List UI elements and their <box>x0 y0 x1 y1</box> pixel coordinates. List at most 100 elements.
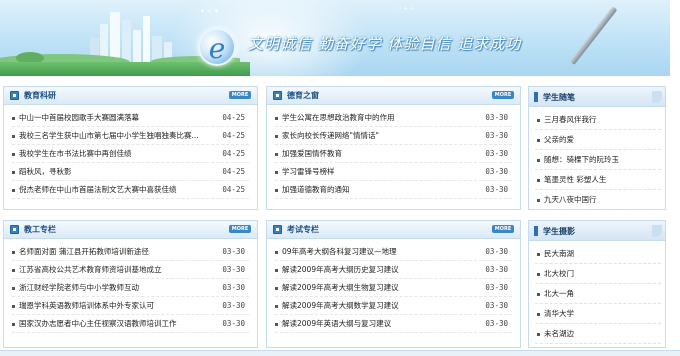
dot-bullet-icon <box>537 199 540 202</box>
item-title-link[interactable]: 09年高考大纲各科复习建议—地理 <box>282 243 397 260</box>
item-title-link[interactable]: 我校学生在市书法比赛中再创佳绩 <box>19 145 132 162</box>
list-item[interactable]: 倪杰老师在中山市首届法制文艺大赛中喜获佳绩 04-25 <box>12 181 249 199</box>
list-item[interactable]: 北大校门 <box>535 264 661 284</box>
square-bullet-icon <box>273 225 282 234</box>
list-item[interactable]: 解读2009年高考大纲历史复习建议 03-30 <box>275 261 512 279</box>
dot-bullet-icon <box>537 119 540 122</box>
list-item[interactable]: 家长向校长传递网络"情情话" 03-30 <box>275 127 512 145</box>
list-item[interactable]: 加强道德教育的通知 03-30 <box>275 181 512 199</box>
list-item[interactable]: 九天八夜中国行 <box>535 190 661 210</box>
item-title-link[interactable]: 学习雷锋号榜样 <box>282 163 335 180</box>
item-title-link[interactable]: 我校三名学生获中山市第七届中小学生独唱独奏比赛... <box>19 127 199 144</box>
panel-title: 教工专栏 <box>24 225 56 234</box>
item-title-link[interactable]: 加强道德教育的通知 <box>282 181 350 198</box>
item-title-link[interactable]: 加强爱国情怀教育 <box>282 145 342 162</box>
list-item[interactable]: 未名湖边 <box>535 324 661 344</box>
dot-bullet-icon <box>12 305 15 308</box>
item-title-link[interactable]: 学生公寓在思想政治教育中的作用 <box>282 109 395 126</box>
item-title-link[interactable]: 北大校门 <box>544 264 574 283</box>
list-item[interactable]: 清华大学 <box>535 304 661 324</box>
dot-bullet-icon <box>275 323 278 326</box>
item-title-link[interactable]: 浙江财经学院老师与中小学教师互动 <box>19 279 139 296</box>
item-title-link[interactable]: 未名湖边 <box>544 324 574 343</box>
item-title-link[interactable]: 三月春风伴我行 <box>544 110 597 129</box>
item-date: 03-30 <box>222 247 245 256</box>
item-title-link[interactable]: 解读2009年高考大纲历史复习建议 <box>282 261 399 278</box>
dot-bullet-icon <box>537 293 540 296</box>
sidebar-title: 学生摄影 <box>543 227 575 236</box>
dot-bullet-icon <box>12 153 15 156</box>
list-item[interactable]: 北大一角 <box>535 284 661 304</box>
panel-header: 教工专栏 MORE <box>4 221 257 239</box>
item-title-link[interactable]: 笔墨灵性 彩塑人生 <box>544 170 606 189</box>
dot-bullet-icon <box>275 287 278 290</box>
item-date: 03-30 <box>485 167 508 176</box>
list-item[interactable]: 瑞恩学科英语教师培训体系中外专家认可 03-30 <box>12 297 249 315</box>
item-title-link[interactable]: 随想：骑棵下的阮玲玉 <box>544 150 619 169</box>
item-date: 03-30 <box>222 283 245 292</box>
item-title-link[interactable]: 解读2009年高考大纲生物复习建议 <box>282 279 399 296</box>
list-item[interactable]: 学生公寓在思想政治教育中的作用 03-30 <box>275 109 512 127</box>
item-title-link[interactable]: 江苏省高校公共艺术教育师资培训基地成立 <box>19 261 162 278</box>
dot-bullet-icon <box>12 251 15 254</box>
list-item[interactable]: 解读2009年高考大纲生物复习建议 03-30 <box>275 279 512 297</box>
dot-bullet-icon <box>537 253 540 256</box>
list-item[interactable]: 加强爱国情怀教育 03-30 <box>275 145 512 163</box>
item-title-link[interactable]: 清华大学 <box>544 304 574 323</box>
item-title-link[interactable]: 国家汉办志愿者中心主任视察汉语教师培训工作 <box>19 315 177 332</box>
list-item[interactable]: 我校三名学生获中山市第七届中小学生独唱独奏比赛... 04-25 <box>12 127 249 145</box>
sidebar-title: 学生随笔 <box>543 93 575 102</box>
item-title-link[interactable]: 名师面对面 蒲江县开拓教师培训新途径 <box>19 243 149 260</box>
more-button[interactable]: MORE <box>229 91 251 99</box>
item-title-link[interactable]: 民大南湖 <box>544 244 574 263</box>
list-item[interactable]: 随想：骑棵下的阮玲玉 <box>535 150 661 170</box>
item-date: 03-30 <box>485 185 508 194</box>
pen-graphic <box>569 6 618 66</box>
item-title-link[interactable]: 北大一角 <box>544 284 574 303</box>
list-item[interactable]: 浙江财经学院老师与中小学教师互动 03-30 <box>12 279 249 297</box>
list-item[interactable]: 笔墨灵性 彩塑人生 <box>535 170 661 190</box>
list-item[interactable]: 09年高考大纲各科复习建议—地理 03-30 <box>275 243 512 261</box>
list-item[interactable]: 民大南湖 <box>535 244 661 264</box>
dot-bullet-icon <box>275 171 278 174</box>
dot-bullet-icon <box>537 273 540 276</box>
item-date: 03-30 <box>485 319 508 328</box>
list-item[interactable]: 解读2009年英语大纲与复习建议 03-30 <box>275 315 512 333</box>
list-item[interactable]: 江苏省高校公共艺术教育师资培训基地成立 03-30 <box>12 261 249 279</box>
news-list: 09年高考大纲各科复习建议—地理 03-30 解读2009年高考大纲历史复习建议 0… <box>267 239 520 333</box>
dot-bullet-icon <box>275 135 278 138</box>
item-title-link[interactable]: 解读2009年英语大纲与复习建议 <box>282 315 391 332</box>
list-item[interactable]: 蹈秋风，寻秋影 04-25 <box>12 163 249 181</box>
list-item[interactable]: 父亲的爱 <box>535 130 661 150</box>
item-title-link[interactable]: 父亲的爱 <box>544 130 574 149</box>
header-mark-icon <box>534 92 538 102</box>
dot-bullet-icon <box>12 117 15 120</box>
item-title-link[interactable]: 中山一中首届校园歌手大赛圆满落幕 <box>19 109 139 126</box>
list-item[interactable]: 国家汉办志愿者中心主任视察汉语教师培训工作 03-30 <box>12 315 249 333</box>
panel-header: 考试专栏 MORE <box>267 221 520 239</box>
item-date: 03-30 <box>222 319 245 328</box>
list-item[interactable]: 名师面对面 蒲江县开拓教师培训新途径 03-30 <box>12 243 249 261</box>
item-title-link[interactable]: 解读2009年高考大纲数学复习建议 <box>282 297 399 314</box>
list-item[interactable]: 三月春风伴我行 <box>535 110 661 130</box>
item-date: 04-25 <box>222 131 245 140</box>
item-title-link[interactable]: 家长向校长传递网络"情情话" <box>282 127 379 144</box>
more-button[interactable]: MORE <box>492 91 514 99</box>
item-date: 03-30 <box>485 149 508 158</box>
item-title-link[interactable]: 瑞恩学科英语教师培训体系中外专家认可 <box>19 297 154 314</box>
dot-bullet-icon <box>12 135 15 138</box>
more-button[interactable]: MORE <box>492 225 514 233</box>
list-item[interactable]: 学习雷锋号榜样 03-30 <box>275 163 512 181</box>
list-item[interactable]: 我校学生在市书法比赛中再创佳绩 04-25 <box>12 145 249 163</box>
dot-bullet-icon <box>537 313 540 316</box>
item-title-link[interactable]: 九天八夜中国行 <box>544 190 597 209</box>
item-title-link[interactable]: 倪杰老师在中山市首届法制文艺大赛中喜获佳绩 <box>19 181 177 198</box>
list-item[interactable]: 解读2009年高考大纲数学复习建议 03-30 <box>275 297 512 315</box>
list-item[interactable]: 中山一中首届校园歌手大赛圆满落幕 04-25 <box>12 109 249 127</box>
item-date: 03-30 <box>222 265 245 274</box>
item-date: 03-30 <box>485 283 508 292</box>
item-title-link[interactable]: 蹈秋风，寻秋影 <box>19 163 72 180</box>
panel-title: 考试专栏 <box>287 225 319 234</box>
more-button[interactable]: MORE <box>229 225 251 233</box>
item-date: 03-30 <box>485 131 508 140</box>
